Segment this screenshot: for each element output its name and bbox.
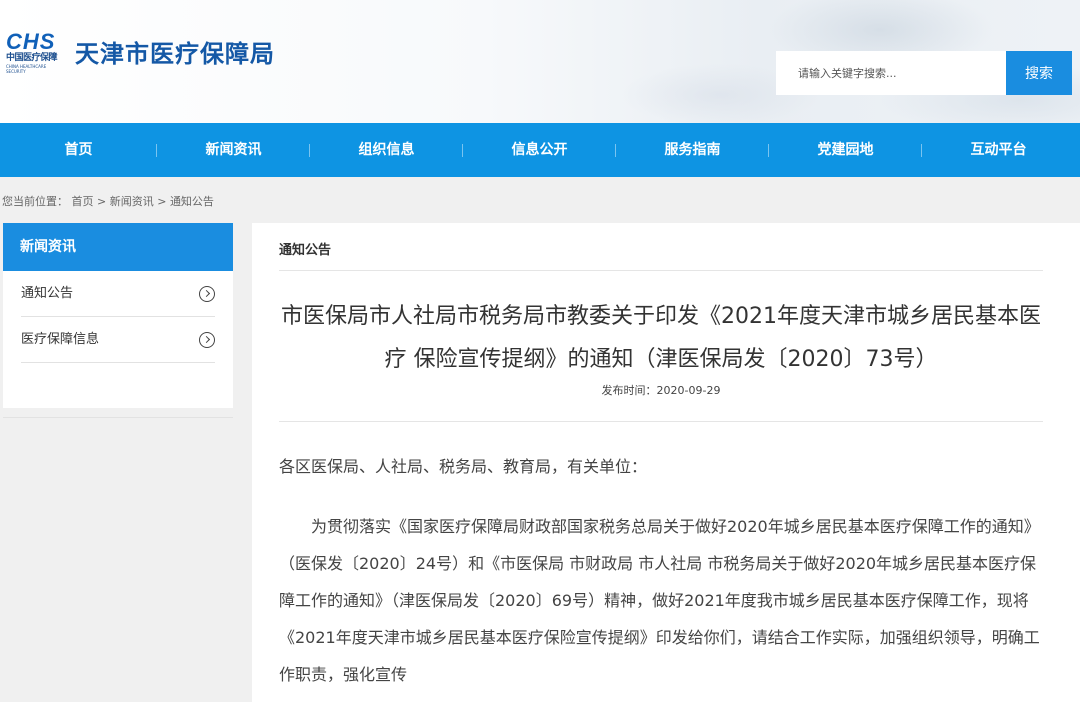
article-paragraph: 为贯彻落实《国家医疗保障局财政部国家税务总局关于做好2020年城乡居民基本医疗保… <box>279 517 1040 684</box>
nav-item-service-guide[interactable]: 服务指南 <box>616 123 769 177</box>
article-salutation: 各区医保局、人社局、税务局、教育局，有关单位： <box>279 457 648 476</box>
breadcrumb-separator: > <box>93 195 110 208</box>
divider <box>279 421 1043 422</box>
site-header: CHS 中国医疗保障 CHINA HEALTHCARE SECURITY 天津市… <box>0 0 1080 123</box>
sidebar-item-notices[interactable]: 通知公告 <box>21 271 215 317</box>
nav-item-disclosure[interactable]: 信息公开 <box>463 123 616 177</box>
article-panel: 通知公告 市医保局市人社局市税务局市教委关于印发《2021年度天津市城乡居民基本… <box>252 223 1080 702</box>
divider <box>279 270 1043 271</box>
publish-date: 发布时间：2020-09-29 <box>601 384 721 397</box>
circle-chevron-right-icon <box>199 286 215 302</box>
nav-item-news[interactable]: 新闻资讯 <box>157 123 310 177</box>
nav-item-home[interactable]: 首页 <box>0 123 157 177</box>
chs-logo[interactable]: CHS 中国医疗保障 CHINA HEALTHCARE SECURITY <box>6 29 66 75</box>
site-title[interactable]: 天津市医疗保障局 <box>75 34 275 69</box>
breadcrumb-home-link[interactable]: 首页 <box>72 195 94 208</box>
logo-mark: CHS <box>6 29 56 54</box>
breadcrumb-prefix: 您当前位置： <box>2 195 68 208</box>
sidebar-item-label: 通知公告 <box>21 286 74 301</box>
section-heading: 通知公告 <box>279 243 332 258</box>
nav-item-organization[interactable]: 组织信息 <box>310 123 463 177</box>
main-nav: 首页 新闻资讯 组织信息 信息公开 服务指南 党建园地 互动平台 <box>0 123 1080 177</box>
sidebar-heading: 新闻资讯 <box>3 223 233 271</box>
sidebar-item-medical-info[interactable]: 医疗保障信息 <box>21 317 215 363</box>
nav-item-party-building[interactable]: 党建园地 <box>769 123 922 177</box>
breadcrumb-current[interactable]: 通知公告 <box>170 195 214 208</box>
logo-cn-text: 中国医疗保障 <box>6 53 58 63</box>
sidebar: 新闻资讯 通知公告 医疗保障信息 <box>3 223 233 408</box>
breadcrumb: 您当前位置： 首页 > 新闻资讯 > 通知公告 <box>2 193 214 209</box>
sidebar-item-label: 医疗保障信息 <box>21 332 100 347</box>
breadcrumb-separator: > <box>153 195 170 208</box>
article-title: 市医保局市人社局市税务局市教委关于印发《2021年度天津市城乡居民基本医疗 保险… <box>281 304 1041 372</box>
nav-item-interaction[interactable]: 互动平台 <box>922 123 1075 177</box>
breadcrumb-news-link[interactable]: 新闻资讯 <box>110 195 154 208</box>
search-input[interactable] <box>776 51 1006 95</box>
logo-en-text: CHINA HEALTHCARE SECURITY <box>6 64 47 74</box>
circle-chevron-right-icon <box>199 332 215 348</box>
sidebar-divider <box>3 417 233 418</box>
search-button[interactable]: 搜索 <box>1006 51 1072 95</box>
